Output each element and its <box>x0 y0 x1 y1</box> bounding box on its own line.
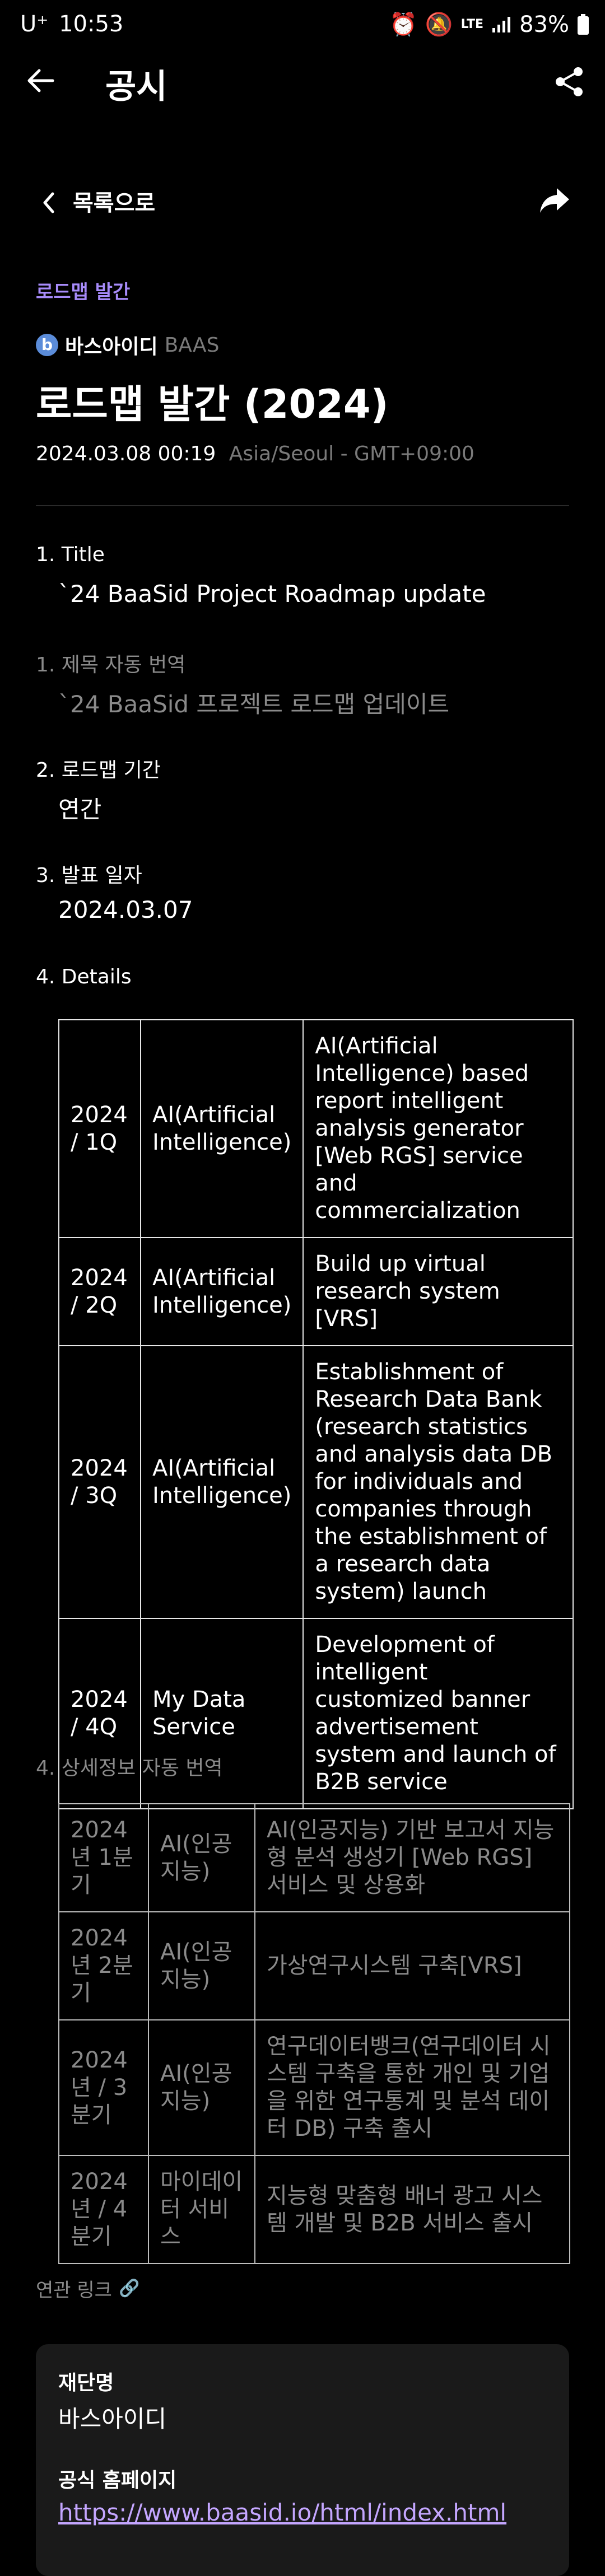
area-cell: AI(인공지능) <box>148 2019 255 2156</box>
quarter-cell: 2024 / 2Q <box>58 1237 141 1346</box>
table-row: 2024년 / 3분기 AI(인공지능) 연구데이터뱅크(연구데이터 시스템 구… <box>58 2019 570 2156</box>
quarter-cell: 2024년 / 3분기 <box>58 2019 149 2156</box>
area-cell: AI(인공지능) <box>148 1911 255 2020</box>
mute-icon: 🔕 <box>425 12 453 38</box>
share-icon[interactable] <box>552 65 586 99</box>
battery-percent: 83% <box>519 11 569 38</box>
issuer-name: 바스아이디 <box>65 335 158 358</box>
area-cell: 마이데이터 서비스 <box>148 2155 255 2264</box>
table-row: 2024년 1분기 AI(인공지능) AI(인공지능) 기반 보고서 지능형 분… <box>58 1803 570 1912</box>
clock: 10:53 <box>59 11 124 37</box>
back-arrow-icon[interactable] <box>25 65 56 96</box>
description-cell: AI(인공지능) 기반 보고서 지능형 분석 생성기 [Web RGS] 서비스… <box>254 1803 570 1912</box>
description-cell: 지능형 맞춤형 배너 광고 시스템 개발 및 B2B 서비스 출시 <box>254 2155 570 2264</box>
carrier-label: U⁺ <box>20 11 49 37</box>
quarter-cell: 2024년 / 4분기 <box>58 2155 149 2264</box>
description-cell: 가상연구시스템 구축[VRS] <box>254 1911 570 2020</box>
post-datetime: 2024.03.08 00:19 <box>36 442 216 465</box>
details-table: 2024 / 1Q AI(Artificial Intelligence) AI… <box>58 1019 574 1809</box>
post-title: 로드맵 발간 (2024) <box>36 381 389 427</box>
app-bar: 공시 <box>0 54 605 113</box>
homepage-label: 공식 홈페이지 <box>58 2469 177 2492</box>
table-row: 2024 / 2Q AI(Artificial Intelligence) Bu… <box>58 1237 574 1346</box>
description-cell: Development of intelligent customized ba… <box>302 1618 574 1809</box>
signal-icon <box>492 16 511 32</box>
area-cell: AI(Artificial Intelligence) <box>139 1345 304 1619</box>
title-translation-value: `24 BaaSid 프로젝트 로드맵 업데이트 <box>58 690 450 718</box>
title-field-value: `24 BaaSid Project Roadmap update <box>58 580 486 608</box>
title-field-label: 1. Title <box>36 543 105 566</box>
period-field-value: 연간 <box>58 796 102 823</box>
description-cell: AI(Artificial Intelligence) based report… <box>302 1019 574 1238</box>
back-to-list-link[interactable]: 목록으로 <box>73 185 155 217</box>
category-tag[interactable]: 로드맵 발간 <box>36 277 130 304</box>
period-field-label: 2. 로드맵 기간 <box>36 759 161 782</box>
related-links-header: 연관 링크 🔗 <box>36 2275 139 2302</box>
coin-logo-icon: b <box>36 334 58 356</box>
link-icon: 🔗 <box>118 2279 140 2298</box>
list-nav-bar: 목록으로 <box>0 179 605 224</box>
table-row: 2024년 2분기 AI(인공지능) 가상연구시스템 구축[VRS] <box>58 1911 570 2020</box>
date-field-value: 2024.03.07 <box>58 896 193 923</box>
details-field-label: 4. Details <box>36 965 132 988</box>
foundation-name-label: 재단명 <box>58 2372 114 2395</box>
forward-share-icon[interactable] <box>538 185 571 216</box>
details-translation-table: 2024년 1분기 AI(인공지능) AI(인공지능) 기반 보고서 지능형 분… <box>58 1803 570 2264</box>
area-cell: AI(Artificial Intelligence) <box>139 1237 304 1346</box>
status-right: ⏰ 🔕 LTE 83% <box>389 11 589 38</box>
lte-label: LTE <box>460 17 484 31</box>
description-cell: Establishment of Research Data Bank (res… <box>302 1345 574 1619</box>
homepage-link[interactable]: https://www.baasid.io/html/index.html <box>58 2499 506 2526</box>
chevron-left-icon[interactable] <box>40 192 57 214</box>
divider <box>36 505 569 506</box>
table-row: 2024 / 1Q AI(Artificial Intelligence) AI… <box>58 1019 574 1238</box>
foundation-name-value: 바스아이디 <box>58 2405 167 2433</box>
status-bar: U⁺ 10:53 ⏰ 🔕 LTE 83% <box>0 0 605 54</box>
page-title: 공시 <box>105 67 167 106</box>
area-cell: AI(인공지능) <box>148 1803 255 1912</box>
quarter-cell: 2024 / 3Q <box>58 1345 141 1619</box>
details-translation-label: 4. 상세정보 자동 번역 <box>36 1757 223 1780</box>
related-links-label: 연관 링크 <box>36 2279 112 2302</box>
issuer-symbol: BAAS <box>164 333 220 357</box>
table-row: 2024년 / 4분기 마이데이터 서비스 지능형 맞춤형 배너 광고 시스템 … <box>58 2155 570 2264</box>
status-left: U⁺ 10:53 <box>20 11 123 37</box>
post-timezone: Asia/Seoul - GMT+09:00 <box>229 442 474 465</box>
quarter-cell: 2024년 1분기 <box>58 1803 149 1912</box>
title-translation-label: 1. 제목 자동 번역 <box>36 654 186 676</box>
issuer-row[interactable]: b 바스아이디 BAAS <box>36 330 219 360</box>
description-cell: Build up virtual research system [VRS] <box>302 1237 574 1346</box>
quarter-cell: 2024 / 1Q <box>58 1019 141 1238</box>
description-cell: 연구데이터뱅크(연구데이터 시스템 구축을 통한 개인 및 기업을 위한 연구통… <box>254 2019 570 2156</box>
foundation-card: 재단명 바스아이디 공식 홈페이지 https://www.baasid.io/… <box>36 2344 569 2576</box>
area-cell: AI(Artificial Intelligence) <box>139 1019 304 1238</box>
date-field-label: 3. 발표 일자 <box>36 864 142 887</box>
alarm-icon: ⏰ <box>389 12 417 38</box>
quarter-cell: 2024년 2분기 <box>58 1911 149 2020</box>
post-datetime-row: 2024.03.08 00:19 Asia/Seoul - GMT+09:00 <box>36 442 474 465</box>
battery-icon <box>578 13 589 35</box>
table-row: 2024 / 3Q AI(Artificial Intelligence) Es… <box>58 1345 574 1619</box>
